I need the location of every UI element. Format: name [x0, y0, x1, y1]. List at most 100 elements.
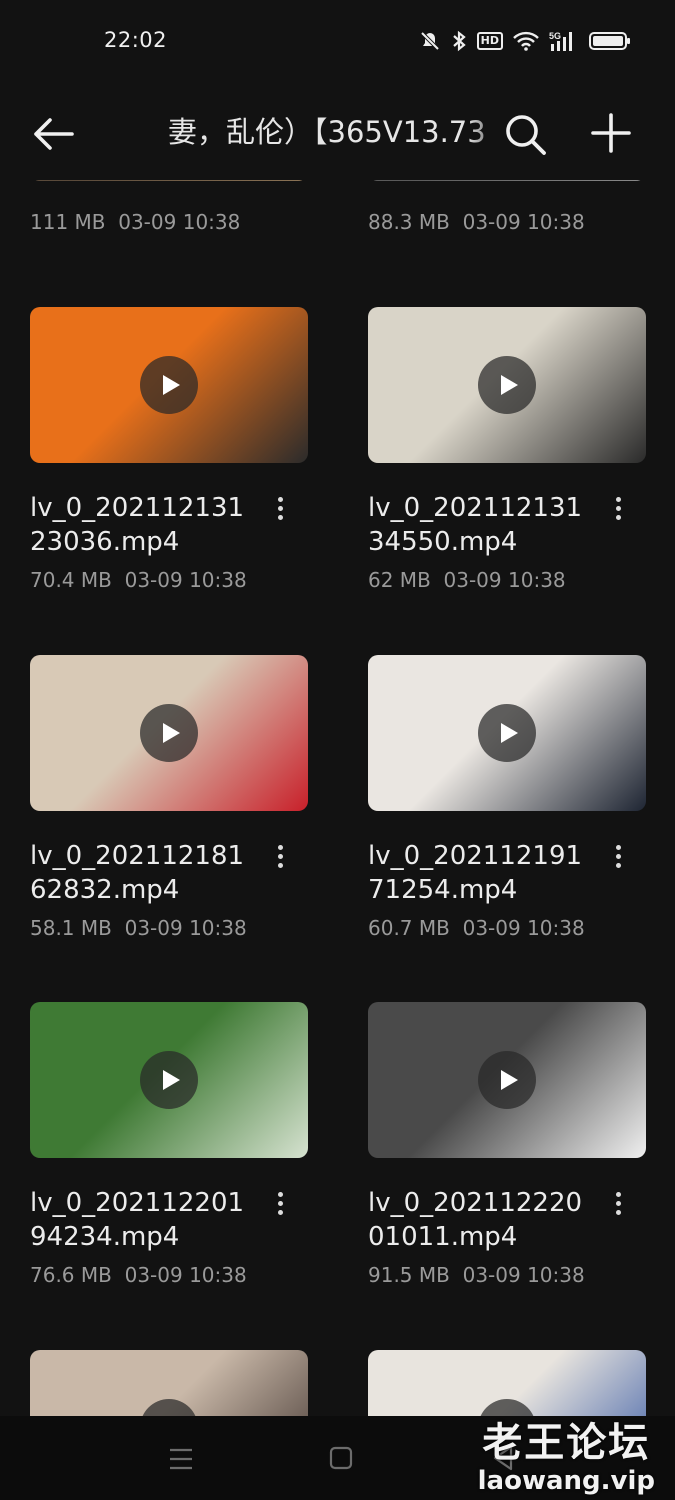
file-card[interactable]: 88.3 MB 03-09 10:38 [368, 180, 646, 236]
file-meta: 88.3 MB 03-09 10:38 [368, 209, 608, 236]
file-size: 88.3 MB [368, 210, 450, 234]
file-meta: 62 MB 03-09 10:38 [368, 567, 608, 594]
video-thumbnail[interactable] [30, 307, 308, 463]
play-button[interactable] [478, 356, 536, 414]
status-time: 22:02 [104, 28, 168, 52]
file-date: 03-09 [462, 916, 521, 940]
plus-icon [591, 113, 631, 153]
battery-icon [589, 32, 630, 50]
play-icon [163, 723, 180, 743]
video-thumbnail[interactable] [30, 1350, 308, 1416]
file-meta: 60.7 MB 03-09 10:38 [368, 915, 608, 942]
file-meta: 91.5 MB 03-09 10:38 [368, 1262, 608, 1289]
file-name: lv_0_20211219171254.mp4 [368, 841, 583, 905]
play-button[interactable] [478, 1051, 536, 1109]
back-button[interactable] [30, 114, 76, 154]
toolbar: 妻，乱伦）【365V13.73 [0, 96, 675, 176]
add-button[interactable] [590, 112, 632, 154]
more-dot [277, 497, 283, 502]
file-name: lv_0_20211222001011.mp4 [368, 1188, 583, 1252]
file-card[interactable]: lv_0_20211219171254.mp4 60.7 MB 03-09 10:… [368, 655, 646, 942]
play-button[interactable] [478, 704, 536, 762]
file-size: 60.7 MB [368, 916, 450, 940]
file-date: 03-09 [124, 1263, 183, 1287]
file-meta: 111 MB 03-09 10:38 [30, 209, 270, 236]
file-grid[interactable]: 111 MB 03-09 10:38 88.3 MB 03-09 10:38 lv_… [0, 180, 675, 1416]
nav-menu-button[interactable] [168, 1446, 194, 1472]
video-thumbnail[interactable] [368, 655, 646, 811]
more-dot [277, 845, 283, 850]
more-dot [277, 1192, 283, 1197]
video-thumbnail[interactable] [368, 1002, 646, 1158]
video-thumbnail[interactable] [30, 655, 308, 811]
video-thumbnail[interactable] [30, 180, 308, 181]
file-card[interactable]: lv_0_20211213123036.mp4 70.4 MB 03-09 10:… [30, 307, 308, 594]
file-meta: 70.4 MB 03-09 10:38 [30, 567, 270, 594]
search-button[interactable] [503, 112, 549, 158]
play-icon [163, 375, 180, 395]
file-time: 10:38 [182, 210, 241, 234]
file-card[interactable]: lv_0_20211222001011.mp4 91.5 MB 03-09 10:… [368, 1002, 646, 1289]
back-arrow-icon [34, 118, 74, 150]
nav-home-button[interactable] [329, 1446, 353, 1470]
more-dot [615, 497, 621, 502]
file-time: 10:38 [189, 916, 247, 940]
5g-signal-icon: 5G [549, 31, 572, 51]
file-time: 10:38 [527, 210, 585, 234]
play-button[interactable] [140, 1051, 198, 1109]
file-size: 70.4 MB [30, 568, 112, 592]
file-time: 10:38 [189, 1263, 247, 1287]
file-size: 91.5 MB [368, 1263, 450, 1287]
file-card[interactable]: lv_0_20211220194234.mp4 76.6 MB 03-09 10:… [30, 1002, 308, 1289]
play-icon [163, 1070, 180, 1090]
more-options-button[interactable] [270, 493, 290, 525]
file-name: lv_0_20211213123036.mp4 [30, 493, 245, 557]
more-options-button[interactable] [608, 841, 628, 873]
file-size: 111 MB [30, 210, 106, 234]
wifi-icon [513, 31, 539, 51]
more-options-button[interactable] [270, 841, 290, 873]
file-date: 03-09 [118, 210, 177, 234]
more-dot [615, 845, 621, 850]
file-time: 10:38 [508, 568, 566, 592]
file-card[interactable]: lv_0_20211218162832.mp4 58.1 MB 03-09 10:… [30, 655, 308, 942]
more-options-button[interactable] [608, 1188, 628, 1220]
more-dot [615, 1192, 621, 1197]
play-button[interactable] [140, 356, 198, 414]
file-card[interactable]: 111 MB 03-09 10:38 [30, 180, 308, 236]
watermark-cn: 老王论坛 [482, 1420, 651, 1466]
file-time: 10:38 [527, 916, 585, 940]
play-icon [501, 375, 518, 395]
more-options-button[interactable] [608, 493, 628, 525]
status-icons: HD 5G [419, 30, 631, 52]
video-thumbnail[interactable] [368, 307, 646, 463]
video-thumbnail[interactable] [30, 1002, 308, 1158]
file-date: 03-09 [462, 1263, 521, 1287]
more-options-button[interactable] [270, 1188, 290, 1220]
video-thumbnail[interactable] [368, 180, 646, 181]
file-date: 03-09 [443, 568, 502, 592]
title-container: 妻，乱伦）【365V13.73 [168, 110, 508, 154]
file-card[interactable] [368, 1350, 646, 1416]
file-time: 10:38 [189, 568, 247, 592]
play-icon [501, 723, 518, 743]
file-date: 03-09 [462, 210, 521, 234]
thumbnail-image [368, 180, 646, 181]
file-card[interactable]: lv_0_20211213134550.mp4 62 MB 03-09 10:38 [368, 307, 646, 594]
play-button[interactable] [140, 704, 198, 762]
file-name: lv_0_20211213134550.mp4 [368, 493, 583, 557]
thumbnail-image [30, 180, 308, 181]
mute-icon [420, 31, 440, 51]
file-name: lv_0_20211218162832.mp4 [30, 841, 245, 905]
watermark: 老王论坛 laowang.vip [478, 1410, 655, 1496]
svg-text:5G: 5G [549, 31, 561, 41]
file-size: 58.1 MB [30, 916, 112, 940]
file-card[interactable] [30, 1350, 308, 1416]
file-date: 03-09 [124, 916, 183, 940]
home-icon [329, 1446, 353, 1470]
file-meta: 58.1 MB 03-09 10:38 [30, 915, 270, 942]
video-thumbnail[interactable] [368, 1350, 646, 1416]
menu-icon [170, 1448, 192, 1470]
file-meta: 76.6 MB 03-09 10:38 [30, 1262, 270, 1289]
file-name: lv_0_20211220194234.mp4 [30, 1188, 245, 1252]
